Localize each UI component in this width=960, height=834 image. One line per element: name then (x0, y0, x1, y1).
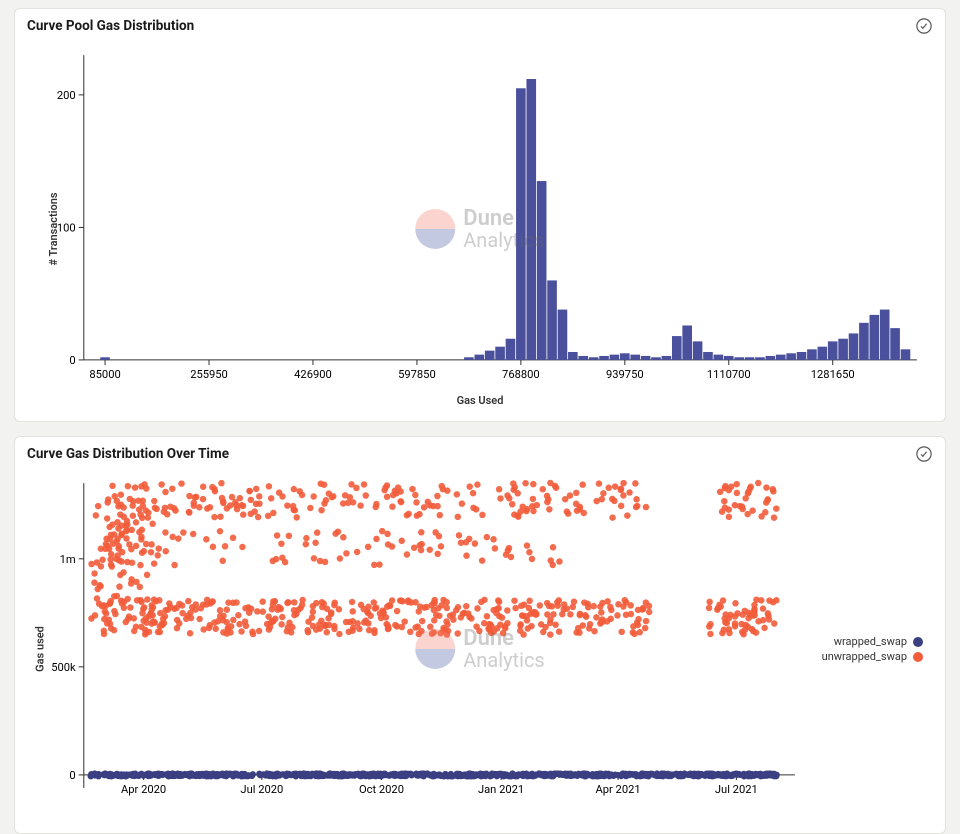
svg-text:0: 0 (69, 354, 75, 367)
svg-text:Apr 2020: Apr 2020 (121, 784, 166, 797)
legend-label: wrapped_swap (834, 635, 907, 648)
svg-text:500k: 500k (51, 661, 76, 674)
legend-dot-icon (913, 637, 923, 647)
svg-text:768800: 768800 (502, 368, 540, 381)
card-title: Curve Gas Distribution Over Time (27, 446, 229, 462)
scatter-plot: 0 500k 1m Apr 2020 Jul 2020 Oct 2020 Jan 2021 A… (33, 473, 805, 818)
y-axis-label: # Transactions (47, 193, 60, 266)
check-circled-icon[interactable] (915, 17, 933, 35)
svg-text:1110700: 1110700 (707, 368, 751, 381)
svg-text:0: 0 (69, 769, 75, 782)
check-circled-icon[interactable] (915, 445, 933, 463)
svg-text:200: 200 (57, 89, 76, 102)
card-gas-over-time: Curve Gas Distribution Over Time Gas use… (14, 436, 946, 833)
svg-text:Apr 2021: Apr 2021 (595, 784, 640, 797)
svg-text:85000: 85000 (89, 368, 120, 381)
histogram-plot: 0100200850002559504269005978507688009397… (33, 45, 927, 390)
svg-text:1281650: 1281650 (811, 368, 855, 381)
svg-text:255950: 255950 (190, 368, 228, 381)
legend-label: unwrapped_swap (822, 650, 907, 663)
svg-text:597850: 597850 (398, 368, 436, 381)
svg-text:Jul 2021: Jul 2021 (715, 784, 758, 797)
legend-dot-icon (913, 652, 923, 662)
legend-item-wrapped: wrapped_swap (822, 635, 923, 648)
card-header: Curve Gas Distribution Over Time (15, 437, 945, 465)
x-axis-label: Gas Used (33, 394, 927, 407)
svg-text:1m: 1m (60, 553, 76, 566)
svg-text:939750: 939750 (606, 368, 644, 381)
svg-text:Oct 2020: Oct 2020 (359, 784, 404, 797)
legend: wrapped_swap unwrapped_swap (822, 633, 923, 665)
card-header: Curve Pool Gas Distribution (15, 9, 945, 37)
card-gas-distribution: Curve Pool Gas Distribution # Transactio… (14, 8, 946, 422)
svg-text:Jul 2020: Jul 2020 (240, 784, 283, 797)
legend-item-unwrapped: unwrapped_swap (822, 650, 923, 663)
svg-text:Jan 2021: Jan 2021 (478, 784, 524, 797)
chart-area-histogram: # Transactions Dune Analytics 0100200850… (15, 37, 945, 421)
y-axis-label: Gas used (33, 626, 46, 672)
svg-text:426900: 426900 (294, 368, 332, 381)
card-title: Curve Pool Gas Distribution (27, 18, 194, 34)
chart-area-scatter: Gas used Dune Analytics 0500k1mApr 2020J… (15, 465, 945, 832)
